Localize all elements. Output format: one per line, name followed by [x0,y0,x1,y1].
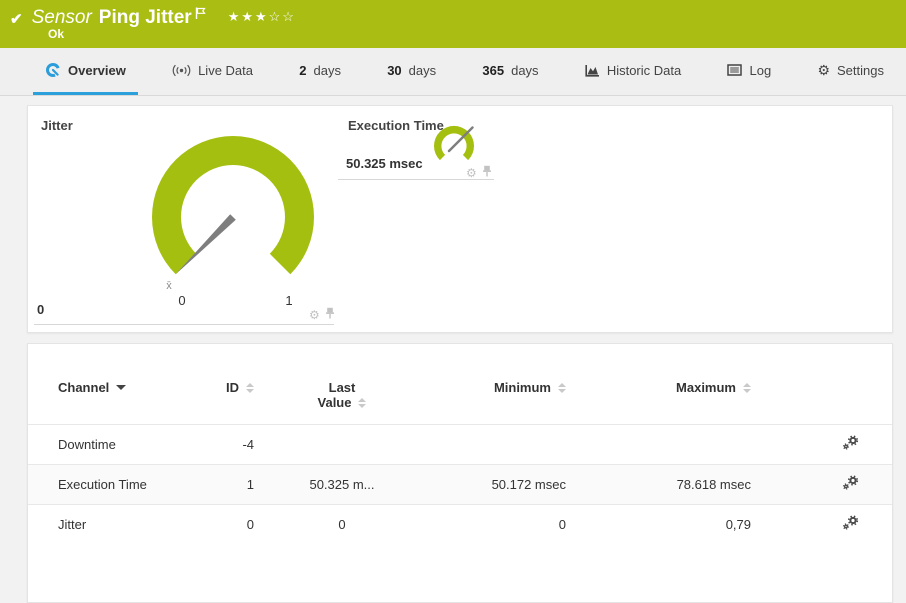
channel-id: 0 [246,517,254,532]
star-rating[interactable]: ★★★☆☆ [228,9,296,25]
column-label: Last [328,380,356,395]
tab-label: Settings [837,62,884,78]
tab-log[interactable]: Log [715,48,783,95]
column-label: Maximum [676,380,736,395]
column-label: Minimum [493,380,551,395]
tab-bar: Overview Live Data 2 days 30 days 365 da… [0,48,906,96]
channel-maximum: 78.618 msec [676,477,751,492]
channel-maximum: 0,79 [725,517,751,532]
sensor-title: Ping Jitter [98,7,192,28]
tab-number: 2 [299,62,307,78]
pin-icon[interactable] [325,306,335,324]
channel-name[interactable]: Execution Time [28,465,198,505]
channel-minimum: 50.172 msec [491,477,566,492]
column-label: Channel [58,380,110,395]
channel-name[interactable]: Jitter [28,505,198,545]
broadcast-icon [172,64,191,77]
tab-30-days[interactable]: 30 days [375,48,448,95]
channel-last-value: 50.325 m... [309,477,375,492]
area-chart-icon [585,64,600,77]
tab-label: days [511,62,539,78]
tab-label: Historic Data [606,62,682,78]
channels-panel: Channel ID Last Value Minimum Maximum Do… [27,343,893,603]
execution-time-gauge-title: Execution Time [348,118,444,133]
gear-icon: ⚙ [817,62,830,78]
channel-id: 1 [246,477,254,492]
channel-last-value [254,425,430,465]
column-header-minimum[interactable]: Minimum [430,374,566,425]
channel-minimum [430,425,566,465]
gauges-panel: Jitter x̄ 0 1 0 ⚙ Execution Time 50.325 … [27,105,893,333]
sensor-kind-label: Sensor [31,7,92,28]
channel-name[interactable]: Downtime [28,425,198,465]
channel-minimum: 0 [558,517,566,532]
gauge-icon [45,62,61,78]
sort-icon [246,382,254,393]
table-header-row: Channel ID Last Value Minimum Maximum [28,374,892,425]
tab-label: Log [749,62,772,78]
column-header-id[interactable]: ID [198,374,254,425]
tab-number: 30 [387,62,402,78]
tab-live-data[interactable]: Live Data [160,48,265,95]
gauge-scale-min: 0 [178,293,185,308]
jitter-gauge-title: Jitter [41,118,73,133]
jitter-block-divider [34,324,334,325]
sort-desc-icon [116,385,127,390]
tab-label: days [313,62,341,78]
tab-label: days [408,62,437,78]
log-list-icon [727,64,743,76]
tab-overview[interactable]: Overview [33,48,138,95]
table-row[interactable]: Downtime -4 [28,424,892,465]
tab-settings[interactable]: ⚙ Settings [805,48,896,95]
gauge-scale-max: 1 [285,293,292,308]
tab-number: 365 [482,62,505,78]
tab-label: Overview [68,62,126,78]
sort-icon [358,397,367,408]
column-label: ID [226,380,239,395]
column-header-last-value[interactable]: Last Value [254,374,430,425]
sort-icon [743,382,751,393]
table-row[interactable]: Execution Time 1 50.325 m... 50.172 msec… [28,464,892,505]
channel-last-value: 0 [338,517,346,532]
gauge-settings-gear-icon[interactable]: ⚙ [309,309,320,321]
column-label: Value [317,395,352,410]
tab-2-days[interactable]: 2 days [287,48,353,95]
execution-time-gauge-value: 50.325 msec [346,156,423,171]
column-header-settings [751,374,892,425]
channel-id: -4 [242,437,254,452]
channel-table: Channel ID Last Value Minimum Maximum Do… [28,374,892,544]
average-marker: x̄ [166,280,172,292]
channel-settings-icon[interactable] [842,515,859,534]
tab-label: Live Data [198,62,253,78]
table-row[interactable]: Jitter 0 0 0 0,79 [28,504,892,545]
channel-maximum [566,425,751,465]
tab-historic-data[interactable]: Historic Data [573,48,693,95]
sort-icon [558,382,566,393]
jitter-gauge: x̄ 0 1 [152,136,314,308]
gauge-settings-gear-icon[interactable]: ⚙ [466,167,477,179]
channel-settings-icon[interactable] [842,435,859,454]
status-badge: Ok [48,27,65,41]
column-header-channel[interactable]: Channel [28,374,198,425]
jitter-gauge-controls: ⚙ [309,306,335,324]
jitter-gauge-value: 0 [37,302,45,317]
tab-365-days[interactable]: 365 days [470,48,550,95]
execution-time-block-divider [338,179,494,180]
column-header-maximum[interactable]: Maximum [566,374,751,425]
flag-icon[interactable] [195,7,206,25]
channel-settings-icon[interactable] [842,475,859,494]
sensor-status-bar: ✔ Sensor Ping Jitter ★★★☆☆ Ok [0,0,906,48]
check-icon: ✔ [10,11,23,28]
